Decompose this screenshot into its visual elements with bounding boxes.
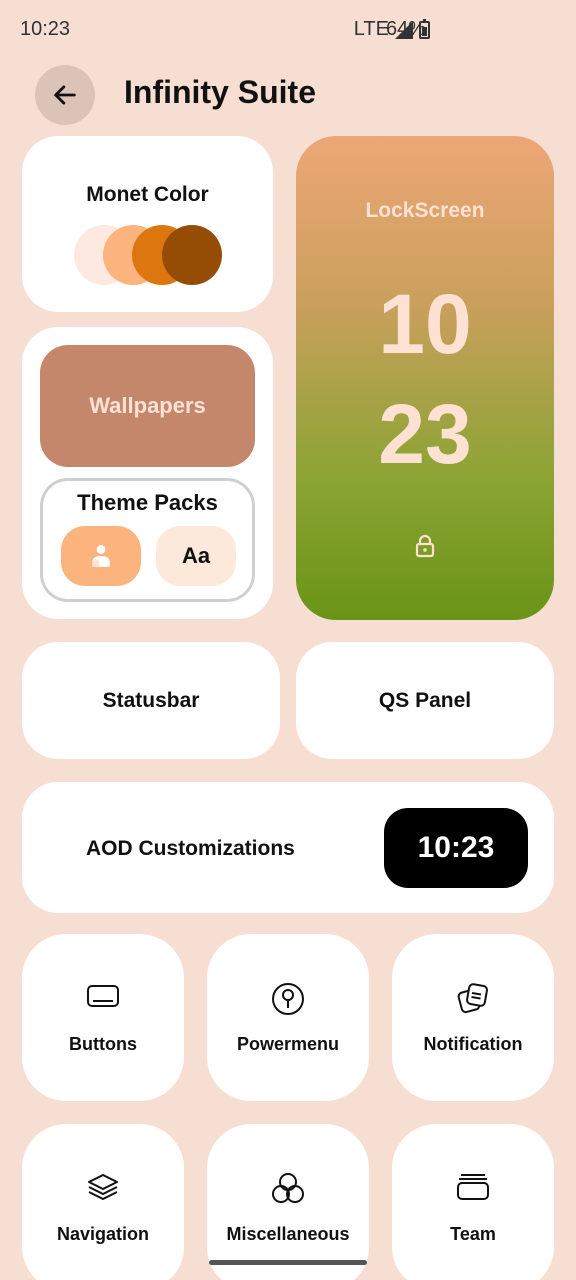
lockscreen-minute: 23: [378, 387, 472, 481]
lockscreen-card[interactable]: LockScreen 10 23: [296, 136, 554, 620]
tile-buttons[interactable]: Buttons: [22, 934, 184, 1101]
network-type: LTE: [353, 18, 389, 40]
arrow-left-icon: [54, 85, 76, 105]
tile-label: Powermenu: [236, 1034, 340, 1054]
statusbar-label: Statusbar: [102, 689, 200, 712]
color-swatch: [162, 225, 222, 285]
lockscreen-hour: 10: [378, 277, 472, 371]
lock-icon: [415, 534, 435, 558]
tile-navigation[interactable]: Navigation: [22, 1124, 184, 1280]
person-icon: [92, 545, 110, 567]
notification-icon: [457, 983, 488, 1014]
statusbar-card[interactable]: Statusbar: [22, 642, 280, 759]
layers-icon: [88, 1174, 118, 1200]
team-icon: [457, 1174, 489, 1200]
tile-label: Miscellaneous: [226, 1224, 350, 1244]
circles-icon: [272, 1173, 304, 1203]
back-button[interactable]: [35, 65, 95, 125]
theme-packs-title: Theme Packs: [77, 490, 218, 515]
tile-powermenu[interactable]: Powermenu: [207, 934, 369, 1101]
monet-color-label: Monet Color: [86, 183, 209, 206]
theme-packs-box[interactable]: Theme Packs Aa: [40, 478, 255, 602]
status-time: 10:23: [20, 18, 71, 40]
tile-notification[interactable]: Notification: [392, 934, 554, 1101]
status-bar: 10:23 LTE 64%: [0, 0, 576, 60]
power-icon: [272, 983, 304, 1015]
tile-miscellaneous[interactable]: Miscellaneous: [207, 1124, 369, 1280]
gesture-nav-handle[interactable]: [209, 1260, 367, 1265]
tile-label: Notification: [423, 1034, 523, 1054]
tile-label: Buttons: [69, 1034, 137, 1054]
aod-label: AOD Customizations: [86, 837, 295, 860]
aod-clock-preview: 10:23: [384, 808, 528, 888]
icon-pack-button[interactable]: [61, 526, 141, 586]
page-title: Infinity Suite: [124, 74, 316, 110]
qs-panel-card[interactable]: QS Panel: [296, 642, 554, 759]
wallpapers-button[interactable]: Wallpapers: [40, 345, 255, 467]
wallpaper-theme-card: Wallpapers Theme Packs Aa: [22, 327, 273, 619]
tile-label: Team: [450, 1224, 496, 1244]
tile-label: Navigation: [56, 1224, 149, 1244]
monet-color-card[interactable]: Monet Color: [22, 136, 273, 312]
lockscreen-title: LockScreen: [365, 199, 485, 222]
tile-team[interactable]: Team: [392, 1124, 554, 1280]
battery-percent: 64%: [386, 18, 427, 40]
aod-card[interactable]: AOD Customizations 10:23: [22, 782, 554, 913]
qs-panel-label: QS Panel: [378, 689, 472, 712]
font-pack-button[interactable]: Aa: [156, 526, 236, 586]
button-icon: [87, 985, 119, 1007]
